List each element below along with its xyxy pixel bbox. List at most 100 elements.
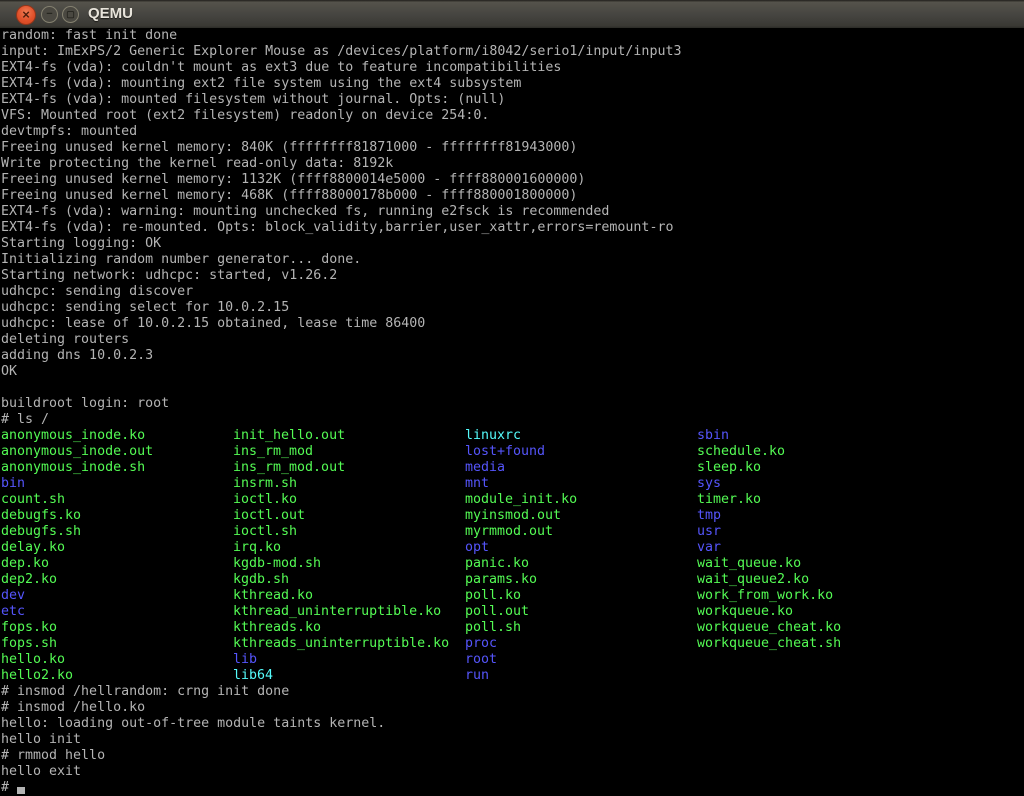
terminal-line: debugfs.shioctl.shmyrmmod.outusr bbox=[0, 524, 1024, 540]
terminal-line: hello init bbox=[0, 732, 1024, 748]
ls-entry: myrmmod.out bbox=[465, 524, 697, 540]
ls-entry: hello2.ko bbox=[1, 668, 233, 684]
terminal[interactable]: random: fast init doneinput: ImExPS/2 Ge… bbox=[0, 28, 1024, 796]
terminal-line: deleting routers bbox=[0, 332, 1024, 348]
ls-entry: kthreads_uninterruptible.ko bbox=[233, 636, 465, 652]
ls-entry: poll.out bbox=[465, 604, 697, 620]
ls-entry: kthreads.ko bbox=[233, 620, 465, 636]
terminal-line: anonymous_inode.shins_rm_mod.outmediasle… bbox=[0, 460, 1024, 476]
terminal-line: # insmod /hello.ko bbox=[0, 700, 1024, 716]
terminal-line: count.shioctl.komodule_init.kotimer.ko bbox=[0, 492, 1024, 508]
ls-entry: timer.ko bbox=[697, 492, 929, 508]
terminal-line: EXT4-fs (vda): mounting ext2 file system… bbox=[0, 76, 1024, 92]
terminal-line: # ls / bbox=[0, 412, 1024, 428]
ls-entry: anonymous_inode.sh bbox=[1, 460, 233, 476]
ls-entry: lib64 bbox=[233, 668, 465, 684]
terminal-line: udhcpc: sending discover bbox=[0, 284, 1024, 300]
ls-entry: kthread.ko bbox=[233, 588, 465, 604]
window-title: QEMU bbox=[88, 5, 133, 22]
ls-entry: kgdb-mod.sh bbox=[233, 556, 465, 572]
ls-entry: ioctl.out bbox=[233, 508, 465, 524]
terminal-line: Freeing unused kernel memory: 840K (ffff… bbox=[0, 140, 1024, 156]
ls-entry: workqueue_cheat.ko bbox=[697, 620, 929, 636]
terminal-cursor bbox=[17, 787, 25, 794]
terminal-line: Initializing random number generator... … bbox=[0, 252, 1024, 268]
terminal-line: adding dns 10.0.2.3 bbox=[0, 348, 1024, 364]
terminal-line: fops.kokthreads.kopoll.shworkqueue_cheat… bbox=[0, 620, 1024, 636]
ls-entry: tmp bbox=[697, 508, 929, 524]
ls-entry: workqueue.ko bbox=[697, 604, 929, 620]
ls-entry: etc bbox=[1, 604, 233, 620]
terminal-line: EXT4-fs (vda): couldn't mount as ext3 du… bbox=[0, 60, 1024, 76]
ls-entry: work_from_work.ko bbox=[697, 588, 929, 604]
ls-entry: mnt bbox=[465, 476, 697, 492]
ls-entry: schedule.ko bbox=[697, 444, 929, 460]
ls-entry: kgdb.sh bbox=[233, 572, 465, 588]
terminal-line: anonymous_inode.outins_rm_modlost+founds… bbox=[0, 444, 1024, 460]
ls-entry: proc bbox=[465, 636, 697, 652]
ls-entry: kthread_uninterruptible.ko bbox=[233, 604, 465, 620]
terminal-line: Starting network: udhcpc: started, v1.26… bbox=[0, 268, 1024, 284]
terminal-line: udhcpc: lease of 10.0.2.15 obtained, lea… bbox=[0, 316, 1024, 332]
terminal-line: delay.koirq.kooptvar bbox=[0, 540, 1024, 556]
terminal-line: devkthread.kopoll.kowork_from_work.ko bbox=[0, 588, 1024, 604]
ls-entry: wait_queue2.ko bbox=[697, 572, 929, 588]
ls-entry: dep2.ko bbox=[1, 572, 233, 588]
ls-entry: irq.ko bbox=[233, 540, 465, 556]
terminal-line: Freeing unused kernel memory: 468K (ffff… bbox=[0, 188, 1024, 204]
terminal-line: # insmod /hellrandom: crng init done bbox=[0, 684, 1024, 700]
ls-entry: var bbox=[697, 540, 929, 556]
terminal-line: hello2.kolib64run bbox=[0, 668, 1024, 684]
ls-entry: ioctl.ko bbox=[233, 492, 465, 508]
terminal-line: udhcpc: sending select for 10.0.2.15 bbox=[0, 300, 1024, 316]
ls-entry: anonymous_inode.ko bbox=[1, 428, 233, 444]
ls-entry: count.sh bbox=[1, 492, 233, 508]
ls-entry: workqueue_cheat.sh bbox=[697, 636, 929, 652]
ls-entry: media bbox=[465, 460, 697, 476]
ls-entry: bin bbox=[1, 476, 233, 492]
terminal-line: buildroot login: root bbox=[0, 396, 1024, 412]
terminal-line: etckthread_uninterruptible.kopoll.outwor… bbox=[0, 604, 1024, 620]
ls-entry: insrm.sh bbox=[233, 476, 465, 492]
ls-entry: dev bbox=[1, 588, 233, 604]
terminal-line: debugfs.koioctl.outmyinsmod.outtmp bbox=[0, 508, 1024, 524]
ls-entry: ins_rm_mod bbox=[233, 444, 465, 460]
ls-entry: run bbox=[465, 668, 697, 684]
terminal-line: hello exit bbox=[0, 764, 1024, 780]
ls-entry: anonymous_inode.out bbox=[1, 444, 233, 460]
ls-entry: sys bbox=[697, 476, 929, 492]
ls-entry: fops.ko bbox=[1, 620, 233, 636]
terminal-line: EXT4-fs (vda): mounted filesystem withou… bbox=[0, 92, 1024, 108]
ls-entry: dep.ko bbox=[1, 556, 233, 572]
terminal-line: # rmmod hello bbox=[0, 748, 1024, 764]
ls-entry: hello.ko bbox=[1, 652, 233, 668]
ls-entry: ioctl.sh bbox=[233, 524, 465, 540]
terminal-line: input: ImExPS/2 Generic Explorer Mouse a… bbox=[0, 44, 1024, 60]
ls-entry: fops.sh bbox=[1, 636, 233, 652]
ls-entry: usr bbox=[697, 524, 929, 540]
terminal-line: Starting logging: OK bbox=[0, 236, 1024, 252]
ls-entry: module_init.ko bbox=[465, 492, 697, 508]
close-button[interactable]: × bbox=[16, 5, 36, 25]
ls-entry: root bbox=[465, 652, 697, 668]
terminal-line: EXT4-fs (vda): warning: mounting uncheck… bbox=[0, 204, 1024, 220]
terminal-line: random: fast init done bbox=[0, 28, 1024, 44]
ls-entry: opt bbox=[465, 540, 697, 556]
terminal-line: OK bbox=[0, 364, 1024, 380]
ls-entry: params.ko bbox=[465, 572, 697, 588]
terminal-line: dep2.kokgdb.shparams.kowait_queue2.ko bbox=[0, 572, 1024, 588]
ls-entry: lost+found bbox=[465, 444, 697, 460]
maximize-button[interactable]: ▢ bbox=[62, 6, 79, 23]
ls-entry: lib bbox=[233, 652, 465, 668]
ls-entry: poll.ko bbox=[465, 588, 697, 604]
ls-entry: poll.sh bbox=[465, 620, 697, 636]
ls-entry: myinsmod.out bbox=[465, 508, 697, 524]
window-titlebar[interactable]: × − ▢ QEMU bbox=[0, 0, 1024, 28]
ls-entry: init_hello.out bbox=[233, 428, 465, 444]
terminal-line: fops.shkthreads_uninterruptible.koprocwo… bbox=[0, 636, 1024, 652]
ls-entry: ins_rm_mod.out bbox=[233, 460, 465, 476]
ls-entry: linuxrc bbox=[465, 428, 697, 444]
terminal-line: VFS: Mounted root (ext2 filesystem) read… bbox=[0, 108, 1024, 124]
prompt-line: # bbox=[0, 780, 1024, 796]
minimize-button[interactable]: − bbox=[41, 6, 58, 23]
